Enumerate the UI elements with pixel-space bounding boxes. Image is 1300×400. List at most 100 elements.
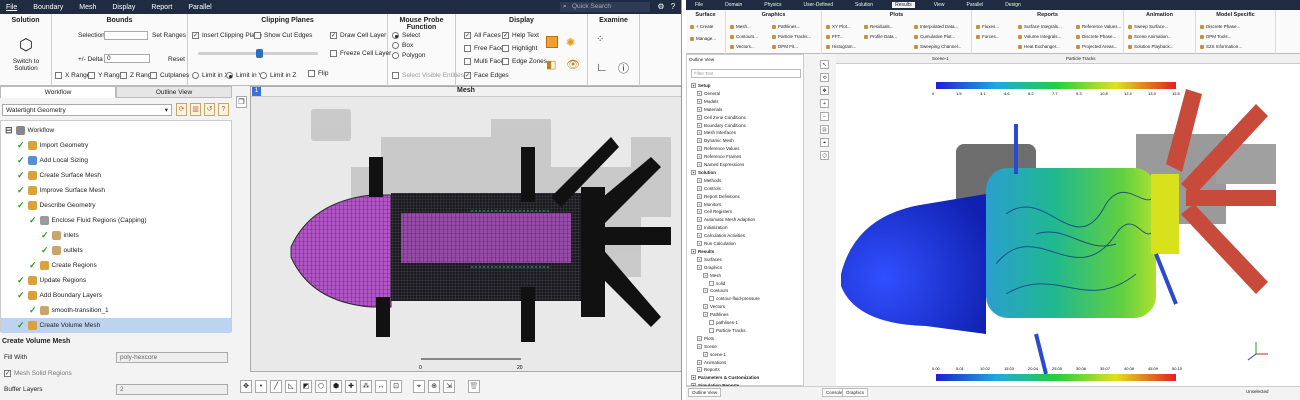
angle-icon[interactable]: ∟: [596, 60, 608, 74]
cube-icon[interactable]: ⬡: [16, 36, 36, 56]
free-faces-box[interactable]: [464, 45, 471, 52]
expand-icon[interactable]: +: [697, 122, 702, 128]
buffer-layers-field[interactable]: 2: [116, 384, 228, 395]
zoom-out-icon[interactable]: −: [820, 112, 829, 121]
workflow-tree-item[interactable]: ✓ inlets: [41, 228, 79, 243]
surface-icon[interactable]: ◩: [300, 379, 312, 393]
edge-zones-box[interactable]: [502, 58, 509, 65]
x-range-box[interactable]: [55, 72, 62, 79]
workflow-select[interactable]: Watertight Geometry: [2, 104, 172, 116]
rotate-icon[interactable]: ✥: [240, 379, 252, 393]
cutplanes-box[interactable]: [150, 72, 157, 79]
model-discrete-phase[interactable]: Discrete Phase...: [1200, 24, 1240, 29]
probe-select-dot[interactable]: [392, 32, 399, 39]
pan-icon[interactable]: ✥: [820, 86, 829, 95]
outline-tree-item[interactable]: + Materials: [697, 106, 722, 112]
workflow-tree-item[interactable]: ✓ Create Regions: [29, 258, 97, 273]
workflow-tree-item[interactable]: ✓ Update Regions: [17, 273, 86, 288]
delta-field[interactable]: 0: [104, 54, 150, 63]
distance-icon[interactable]: ↔: [375, 379, 387, 393]
settings-icon[interactable]: ⚙: [656, 2, 666, 12]
outline-tree-item[interactable]: Particle Tracks: [709, 327, 746, 333]
all-faces-checkbox[interactable]: All Faces: [464, 32, 501, 39]
graphics-vectors[interactable]: Vectors...: [730, 44, 755, 49]
outline-tree-item[interactable]: + Parameters & Customization: [691, 375, 759, 381]
outline-tree-item[interactable]: + Controls: [697, 185, 721, 191]
reset-button[interactable]: Reset: [168, 56, 185, 63]
highlight-checkbox[interactable]: Highlight: [502, 45, 537, 52]
plots-fft[interactable]: FFT...: [826, 34, 844, 39]
reports-reference-values[interactable]: Reference Values...: [1076, 24, 1121, 29]
window-tab-particle-tracks[interactable]: Particle Tracks: [1066, 56, 1096, 61]
expand-icon[interactable]: [709, 327, 714, 333]
y-range-checkbox[interactable]: Y Range: [88, 72, 123, 79]
expand-icon[interactable]: +: [697, 138, 702, 144]
measure-icon[interactable]: ⁘: [596, 34, 604, 45]
expand-icon[interactable]: +: [697, 185, 702, 191]
help-circle-icon[interactable]: ?: [218, 103, 229, 116]
edge-zones-checkbox[interactable]: Edge Zones: [502, 58, 547, 65]
expand-icon[interactable]: [709, 320, 714, 325]
plots-sweeping-channel[interactable]: Sweeping Channel...: [914, 44, 962, 49]
workflow-tree-item[interactable]: ✓ Create Volume Mesh: [1, 318, 231, 333]
outline-tree-item[interactable]: + Setup: [691, 83, 711, 88]
workflow-tree-item[interactable]: ✓ outlets: [41, 243, 83, 258]
reports-fluxes[interactable]: Fluxes...: [976, 24, 999, 29]
outline-tree-item[interactable]: + Vectors: [703, 304, 725, 310]
expand-icon[interactable]: +: [697, 209, 702, 215]
expand-icon[interactable]: +: [697, 162, 702, 167]
show-cut-edges-box[interactable]: [254, 32, 261, 39]
expand-icon[interactable]: +: [697, 241, 702, 246]
expand-icon[interactable]: +: [691, 375, 696, 381]
zoom-in-icon[interactable]: +: [820, 99, 829, 108]
flip-checkbox[interactable]: Flip: [308, 70, 328, 77]
expand-icon[interactable]: +: [697, 114, 702, 120]
expand-icon[interactable]: +: [697, 367, 702, 373]
fill-with-select[interactable]: poly-hexcore: [116, 352, 228, 363]
quick-search-input[interactable]: Quick Search: [560, 2, 650, 12]
menu-mesh[interactable]: Mesh: [79, 4, 96, 11]
outline-tree-item[interactable]: + Reference Frames: [697, 154, 741, 160]
mesh-viewport[interactable]: Mesh 1 0 20: [250, 86, 681, 372]
set-ranges-button[interactable]: Set Ranges: [152, 32, 186, 39]
y-range-box[interactable]: [88, 72, 95, 79]
expand-icon[interactable]: +: [697, 130, 702, 136]
expand-icon[interactable]: +: [697, 335, 702, 341]
expand-icon[interactable]: [709, 296, 714, 302]
outline-tree-item[interactable]: + Monitors: [697, 201, 721, 207]
outline-tree-item[interactable]: + Cell Zone Conditions: [697, 114, 746, 120]
workflow-tree-item[interactable]: ✓ Describe Geometry: [17, 198, 96, 213]
iso-view-icon[interactable]: ⬡: [820, 151, 829, 160]
outline-tree-item[interactable]: + Plots: [697, 335, 714, 341]
outline-tree-item[interactable]: + Calculation Activities: [697, 233, 745, 239]
mesh-solid-regions-checkbox[interactable]: Mesh Solid Regions: [4, 370, 72, 377]
expand-icon[interactable]: +: [697, 359, 702, 365]
expand-icon[interactable]: +: [703, 272, 708, 278]
reports-surface-integrals[interactable]: Surface Integrals...: [1018, 24, 1062, 29]
expand-icon[interactable]: +: [697, 193, 702, 199]
collapse-icon[interactable]: ⊟: [5, 125, 13, 136]
transparency-icon[interactable]: ◧: [546, 58, 556, 71]
zoom-box-icon[interactable]: ⊕: [428, 379, 440, 393]
reports-discrete-phase[interactable]: Discrete Phase...: [1076, 34, 1116, 39]
object-icon[interactable]: ✚: [345, 379, 357, 393]
outline-tree-item[interactable]: + Animations: [697, 359, 726, 365]
outline-tree-item[interactable]: + Run Calculation: [697, 241, 736, 246]
outline-tree-item[interactable]: + Boundary Conditions: [697, 122, 746, 128]
point-icon[interactable]: •: [255, 379, 267, 393]
outline-tree-item[interactable]: + Contours: [703, 288, 728, 294]
face-edges-box[interactable]: [464, 72, 471, 79]
bottom-tab-graphics[interactable]: Graphics: [842, 388, 869, 397]
graphics-particle-tracks[interactable]: Particle Tracks...: [772, 34, 811, 39]
expand-icon[interactable]: +: [697, 146, 702, 152]
limit-z-radio[interactable]: Limit in Z: [260, 72, 296, 79]
solver-menu-item[interactable]: Results: [892, 2, 915, 8]
clipping-slider-thumb[interactable]: [256, 49, 263, 58]
plots-profile-data[interactable]: Profile Data...: [864, 34, 897, 39]
selection-field[interactable]: [104, 31, 148, 40]
measure-tool-icon[interactable]: ⌖: [413, 379, 425, 393]
plots-residuals[interactable]: Residuals...: [864, 24, 894, 29]
face-edges-checkbox[interactable]: Face Edges: [464, 72, 509, 79]
workflow-tree-item[interactable]: ✓ Improve Surface Mesh: [17, 183, 105, 198]
bottom-tab-outline[interactable]: Outline View: [688, 388, 722, 397]
